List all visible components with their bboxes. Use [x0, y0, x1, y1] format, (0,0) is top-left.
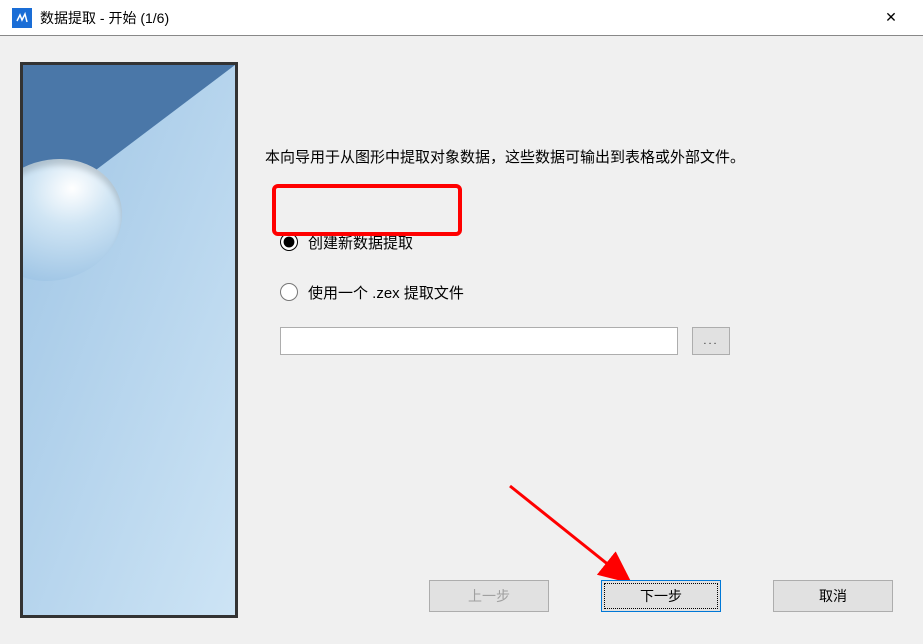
radio-use-zex[interactable] [280, 283, 298, 301]
file-row: ... [280, 327, 905, 355]
radio-use-zex-row[interactable]: 使用一个 .zex 提取文件 [280, 275, 905, 309]
cancel-button[interactable]: 取消 [773, 580, 893, 612]
back-button: 上一步 [429, 580, 549, 612]
zex-file-input[interactable] [280, 327, 678, 355]
content-area: 本向导用于从图形中提取对象数据，这些数据可输出到表格或外部文件。 创建新数据提取… [265, 146, 905, 554]
app-icon [12, 8, 32, 28]
window-title: 数据提取 - 开始 (1/6) [40, 8, 871, 28]
radio-create-new[interactable] [280, 233, 298, 251]
radio-create-new-row[interactable]: 创建新数据提取 [280, 225, 905, 259]
radio-use-zex-label: 使用一个 .zex 提取文件 [308, 282, 464, 303]
radio-create-new-label: 创建新数据提取 [308, 232, 413, 253]
wizard-description: 本向导用于从图形中提取对象数据，这些数据可输出到表格或外部文件。 [265, 146, 905, 170]
next-button[interactable]: 下一步 [601, 580, 721, 612]
radio-group: 创建新数据提取 使用一个 .zex 提取文件 [280, 225, 905, 309]
browse-button[interactable]: ... [692, 327, 730, 355]
close-button[interactable]: ✕ [871, 9, 911, 26]
button-row: 上一步 下一步 取消 [429, 580, 893, 612]
wizard-body: 本向导用于从图形中提取对象数据，这些数据可输出到表格或外部文件。 创建新数据提取… [0, 36, 923, 644]
wizard-preview-illustration [20, 62, 238, 618]
titlebar: 数据提取 - 开始 (1/6) ✕ [0, 0, 923, 36]
